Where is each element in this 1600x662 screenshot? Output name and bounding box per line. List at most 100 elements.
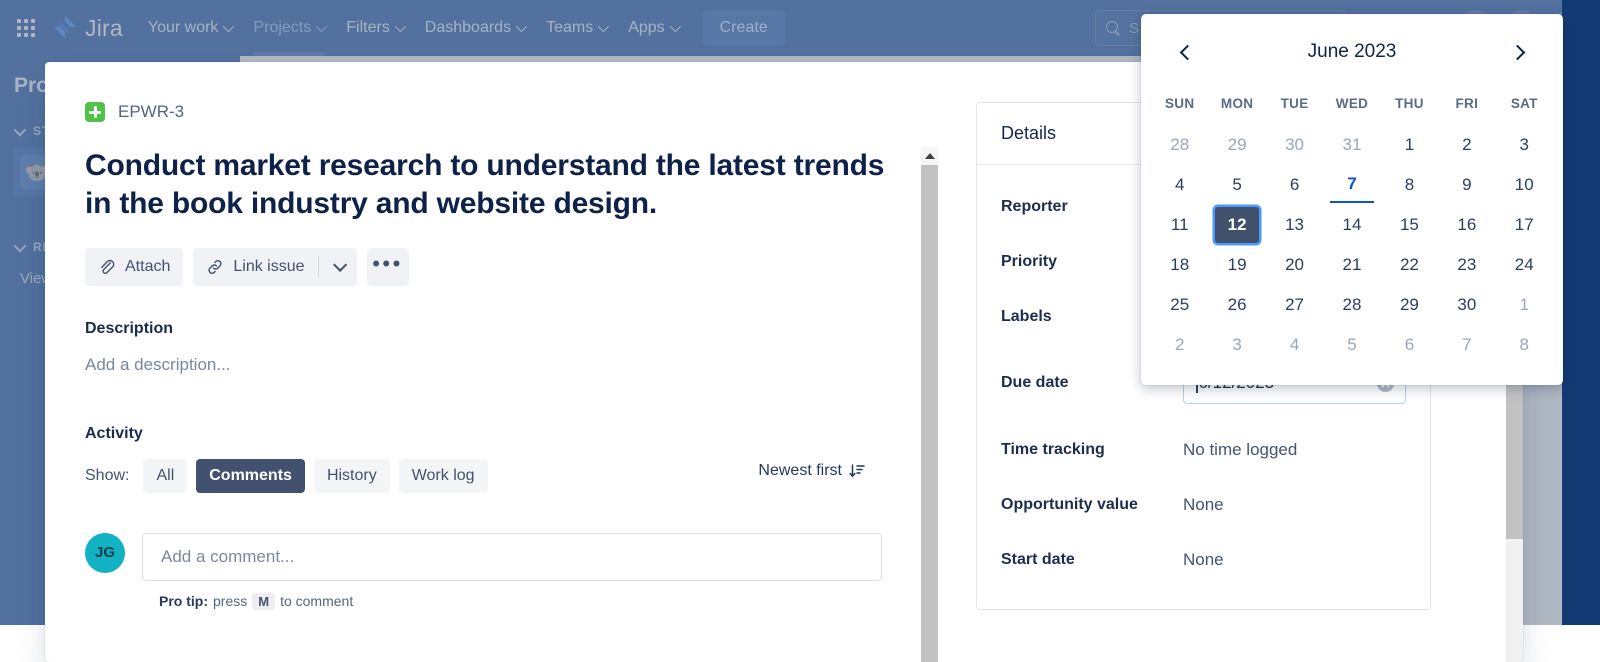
tab-work-log[interactable]: Work log xyxy=(399,459,488,493)
calendar-day-cell: 3 xyxy=(1496,125,1553,165)
calendar-day-cell: 11 xyxy=(1151,205,1208,245)
scroll-up-button[interactable] xyxy=(921,147,938,165)
calendar-day-cell: 30 xyxy=(1438,285,1495,325)
calendar-day-cell: 26 xyxy=(1208,285,1265,325)
calendar-day-cell: 15 xyxy=(1381,205,1438,245)
calendar-day-28[interactable]: 28 xyxy=(1330,287,1374,323)
tab-comments[interactable]: Comments xyxy=(196,459,305,493)
calendar-day-29[interactable]: 29 xyxy=(1215,127,1259,163)
calendar-day-28[interactable]: 28 xyxy=(1158,127,1202,163)
calendar-day-cell: 14 xyxy=(1323,205,1380,245)
calendar-day-1[interactable]: 1 xyxy=(1387,127,1431,163)
calendar-day-21[interactable]: 21 xyxy=(1330,247,1374,283)
calendar-day-cell: 1 xyxy=(1496,285,1553,325)
calendar-day-cell: 17 xyxy=(1496,205,1553,245)
calendar-grid: SUNMONTUEWEDTHUFRISAT2829303112345678910… xyxy=(1151,90,1553,365)
calendar-day-20[interactable]: 20 xyxy=(1273,247,1317,283)
link-issue-button[interactable]: Link issue xyxy=(206,258,317,276)
issue-key[interactable]: EPWR-3 xyxy=(118,102,184,122)
calendar-day-cell: 5 xyxy=(1323,325,1380,365)
calendar-day-15[interactable]: 15 xyxy=(1387,207,1431,243)
description-placeholder[interactable]: Add a description... xyxy=(85,355,940,375)
calendar-day-2[interactable]: 2 xyxy=(1158,327,1202,363)
scrollbar-thumb[interactable] xyxy=(921,165,938,662)
field-label: Time tracking xyxy=(1001,441,1183,459)
calendar-day-3[interactable]: 3 xyxy=(1502,127,1546,163)
calendar-month-label: June 2023 xyxy=(1308,41,1397,63)
calendar-day-8[interactable]: 8 xyxy=(1387,167,1431,203)
calendar-day-30[interactable]: 30 xyxy=(1273,127,1317,163)
pro-tip-key: M xyxy=(252,593,275,610)
comment-placeholder: Add a comment... xyxy=(161,547,294,567)
calendar-weekday-header: FRI xyxy=(1438,90,1495,125)
calendar-day-23[interactable]: 23 xyxy=(1445,247,1489,283)
field-value[interactable]: None xyxy=(1183,495,1224,515)
field-value[interactable]: None xyxy=(1183,550,1224,570)
calendar-day-13[interactable]: 13 xyxy=(1273,207,1317,243)
calendar-weekday-header: SAT xyxy=(1496,90,1553,125)
link-issue-button-group: Link issue xyxy=(193,248,356,286)
calendar-day-31[interactable]: 31 xyxy=(1330,127,1374,163)
calendar-day-17[interactable]: 17 xyxy=(1502,207,1546,243)
calendar-day-4[interactable]: 4 xyxy=(1158,167,1202,203)
breadcrumb: EPWR-3 xyxy=(85,102,940,122)
calendar-day-cell: 25 xyxy=(1151,285,1208,325)
calendar-day-12-selected[interactable]: 12 xyxy=(1215,207,1259,243)
more-actions-button[interactable]: ••• xyxy=(367,248,409,286)
calendar-weekday-header: THU xyxy=(1381,90,1438,125)
calendar-day-cell: 8 xyxy=(1496,325,1553,365)
calendar-day-30[interactable]: 30 xyxy=(1445,287,1489,323)
calendar-day-11[interactable]: 11 xyxy=(1158,207,1202,243)
calendar-day-7[interactable]: 7 xyxy=(1445,327,1489,363)
calendar-day-cell: 30 xyxy=(1266,125,1323,165)
calendar-day-7-today[interactable]: 7 xyxy=(1330,167,1374,203)
sort-order-button[interactable]: Newest first xyxy=(758,462,865,480)
calendar-day-1[interactable]: 1 xyxy=(1502,287,1546,323)
calendar-day-cell: 6 xyxy=(1381,325,1438,365)
calendar-day-27[interactable]: 27 xyxy=(1273,287,1317,323)
calendar-day-29[interactable]: 29 xyxy=(1387,287,1431,323)
calendar-weekday-header: SUN xyxy=(1151,90,1208,125)
calendar-day-3[interactable]: 3 xyxy=(1215,327,1259,363)
calendar-day-cell: 29 xyxy=(1381,285,1438,325)
calendar-day-9[interactable]: 9 xyxy=(1445,167,1489,203)
calendar-day-14[interactable]: 14 xyxy=(1330,207,1374,243)
calendar-day-5[interactable]: 5 xyxy=(1215,167,1259,203)
previous-month-button[interactable] xyxy=(1173,38,1201,66)
activity-heading: Activity xyxy=(85,425,940,443)
calendar-day-19[interactable]: 19 xyxy=(1215,247,1259,283)
calendar-day-cell: 18 xyxy=(1151,245,1208,285)
comment-input[interactable]: Add a comment... xyxy=(142,533,882,581)
calendar-day-16[interactable]: 16 xyxy=(1445,207,1489,243)
calendar-header: June 2023 xyxy=(1151,14,1553,90)
content-scrollbar[interactable] xyxy=(921,147,938,662)
pro-tip-prefix: Pro tip: xyxy=(159,593,208,609)
avatar[interactable]: JG xyxy=(85,533,125,573)
attach-button[interactable]: Attach xyxy=(85,248,183,286)
calendar-day-18[interactable]: 18 xyxy=(1158,247,1202,283)
link-issue-dropdown-button[interactable] xyxy=(319,248,357,286)
calendar-day-24[interactable]: 24 xyxy=(1502,247,1546,283)
calendar-day-10[interactable]: 10 xyxy=(1502,167,1546,203)
calendar-day-cell: 27 xyxy=(1266,285,1323,325)
calendar-day-6[interactable]: 6 xyxy=(1273,167,1317,203)
next-month-button[interactable] xyxy=(1503,38,1531,66)
calendar-day-6[interactable]: 6 xyxy=(1387,327,1431,363)
tab-history[interactable]: History xyxy=(314,459,390,493)
field-value[interactable]: No time logged xyxy=(1183,440,1297,460)
field-label: Opportunity value xyxy=(1001,496,1183,514)
calendar-day-5[interactable]: 5 xyxy=(1330,327,1374,363)
tab-all[interactable]: All xyxy=(143,459,187,493)
calendar-weekday-header: MON xyxy=(1208,90,1265,125)
calendar-day-22[interactable]: 22 xyxy=(1387,247,1431,283)
page-title[interactable]: Conduct market research to understand th… xyxy=(85,147,885,224)
calendar-day-2[interactable]: 2 xyxy=(1445,127,1489,163)
calendar-day-4[interactable]: 4 xyxy=(1273,327,1317,363)
link-icon xyxy=(206,258,224,276)
calendar-day-cell: 7 xyxy=(1323,165,1380,205)
calendar-day-8[interactable]: 8 xyxy=(1502,327,1546,363)
calendar-day-25[interactable]: 25 xyxy=(1158,287,1202,323)
calendar-day-26[interactable]: 26 xyxy=(1215,287,1259,323)
calendar-day-cell: 16 xyxy=(1438,205,1495,245)
chevron-left-icon xyxy=(1179,44,1195,60)
